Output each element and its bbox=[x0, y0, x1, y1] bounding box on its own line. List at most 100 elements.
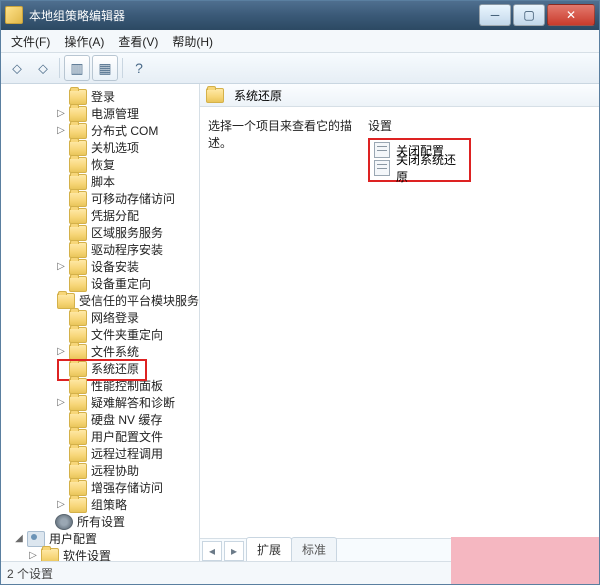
details-header: 系统还原 bbox=[200, 84, 599, 107]
menu-view[interactable]: 查看(V) bbox=[112, 31, 164, 52]
tree-item[interactable]: 脚本 bbox=[1, 173, 199, 190]
folder-icon bbox=[69, 463, 87, 479]
tree-item[interactable]: 登录 bbox=[1, 88, 199, 105]
tree-item[interactable]: 硬盘 NV 缓存 bbox=[1, 411, 199, 428]
tab-extended[interactable]: 扩展 bbox=[246, 537, 292, 561]
menu-file[interactable]: 文件(F) bbox=[5, 31, 56, 52]
expander-icon[interactable]: ▷ bbox=[55, 397, 67, 408]
tree-item[interactable]: 驱动程序安装 bbox=[1, 241, 199, 258]
tree-item-label: 系统还原 bbox=[91, 360, 139, 377]
tree-item[interactable]: 凭据分配 bbox=[1, 207, 199, 224]
forward-button[interactable]: ⬦ bbox=[31, 56, 55, 80]
tree-item[interactable]: 远程协助 bbox=[1, 462, 199, 479]
setting-icon bbox=[374, 160, 390, 176]
expander-icon[interactable]: ▷ bbox=[55, 261, 67, 272]
tree-item-label: 增强存储访问 bbox=[91, 479, 163, 496]
tree-item[interactable]: ▷ 设备安装 bbox=[1, 258, 199, 275]
folder-icon bbox=[69, 242, 87, 258]
tree-item[interactable]: 网络登录 bbox=[1, 309, 199, 326]
tree-item[interactable]: 性能控制面板 bbox=[1, 377, 199, 394]
expander-icon[interactable]: ◢ bbox=[13, 533, 25, 544]
back-button[interactable]: ⬦ bbox=[5, 56, 29, 80]
tree-item-label: 凭据分配 bbox=[91, 207, 139, 224]
tab-scroll-right[interactable]: ▸ bbox=[224, 541, 244, 561]
tree-item[interactable]: 可移动存储访问 bbox=[1, 190, 199, 207]
tree-item[interactable]: ▷ 电源管理 bbox=[1, 105, 199, 122]
tree-item-label: 受信任的平台模块服务 bbox=[79, 292, 199, 309]
folder-icon bbox=[69, 191, 87, 207]
tree-item-label: 网络登录 bbox=[91, 309, 139, 326]
folder-icon bbox=[69, 446, 87, 462]
tree-item[interactable]: 文件夹重定向 bbox=[1, 326, 199, 343]
tree-item-label: 设备重定向 bbox=[91, 275, 151, 292]
details-button[interactable]: ▦ bbox=[92, 55, 118, 81]
tree-item-label: 硬盘 NV 缓存 bbox=[91, 411, 162, 428]
tree-item[interactable]: ▷ 软件设置 bbox=[1, 547, 199, 561]
tree-item[interactable]: 关机选项 bbox=[1, 139, 199, 156]
toolbar-separator bbox=[59, 58, 60, 78]
tree-item[interactable]: ▷疑难解答和诊断 bbox=[1, 394, 199, 411]
folder-icon bbox=[69, 412, 87, 428]
tree-item[interactable]: ▷分布式 COM bbox=[1, 122, 199, 139]
details-tabs: ◂ ▸ 扩展 标准 bbox=[200, 538, 599, 561]
tab-scroll-left[interactable]: ◂ bbox=[202, 541, 222, 561]
folder-icon bbox=[69, 395, 87, 411]
tree-item-label: 设备安装 bbox=[91, 258, 139, 275]
setting-label: 关闭系统还原 bbox=[396, 151, 465, 185]
tree-item[interactable]: 增强存储访问 bbox=[1, 479, 199, 496]
help-button[interactable]: ? bbox=[127, 56, 151, 80]
tree-item[interactable]: 用户配置文件 bbox=[1, 428, 199, 445]
tree-item-label: 驱动程序安装 bbox=[91, 241, 163, 258]
maximize-button[interactable]: ▢ bbox=[513, 4, 545, 26]
tree-item[interactable]: 受信任的平台模块服务 bbox=[1, 292, 199, 309]
folder-icon bbox=[69, 327, 87, 343]
tree-item[interactable]: ▷组策略 bbox=[1, 496, 199, 513]
tree-item-label: 软件设置 bbox=[63, 547, 111, 561]
tree-item[interactable]: 区域服务服务 bbox=[1, 224, 199, 241]
titlebar: 本地组策略编辑器 ─ ▢ ✕ bbox=[1, 1, 599, 30]
menubar: 文件(F) 操作(A) 查看(V) 帮助(H) bbox=[1, 30, 599, 53]
tree-item-label: 用户配置文件 bbox=[91, 428, 163, 445]
tree-item-label: 恢复 bbox=[91, 156, 115, 173]
folder-icon bbox=[69, 429, 87, 445]
folder-icon bbox=[69, 378, 87, 394]
tree-item[interactable]: ▷ 文件系统 bbox=[1, 343, 199, 360]
expander-icon[interactable]: ▷ bbox=[55, 346, 67, 357]
description-prompt: 选择一个项目来查看它的描述。 bbox=[208, 117, 358, 151]
tree-item-system-restore[interactable]: 系统还原 bbox=[1, 360, 199, 377]
tree-item[interactable]: 恢复 bbox=[1, 156, 199, 173]
tree-item[interactable]: 远程过程调用 bbox=[1, 445, 199, 462]
menu-help[interactable]: 帮助(H) bbox=[166, 31, 219, 52]
settings-highlight: 关闭配置 关闭系统还原 bbox=[368, 138, 471, 182]
setting-item[interactable]: 关闭系统还原 bbox=[372, 159, 467, 177]
expander-icon[interactable]: ▷ bbox=[55, 499, 67, 510]
folder-icon bbox=[69, 310, 87, 326]
setting-icon bbox=[374, 142, 390, 158]
close-button[interactable]: ✕ bbox=[547, 4, 595, 26]
tree-item-user-config[interactable]: ◢用户配置 bbox=[1, 530, 199, 547]
folder-icon bbox=[69, 344, 87, 360]
folder-icon bbox=[69, 497, 87, 513]
tree-item-label: 文件系统 bbox=[91, 343, 139, 360]
folder-icon bbox=[206, 88, 224, 103]
folder-icon bbox=[69, 208, 87, 224]
details-pane: 系统还原 选择一个项目来查看它的描述。 设置 关闭配置 关闭 bbox=[200, 84, 599, 561]
toggle-tree-button[interactable]: ▥ bbox=[64, 55, 90, 81]
minimize-button[interactable]: ─ bbox=[479, 4, 511, 26]
tree-pane[interactable]: 登录 ▷ 电源管理 ▷分布式 COM 关机选项 恢复 脚本 可移动存储访问 凭据分… bbox=[1, 84, 200, 561]
folder-icon bbox=[69, 123, 87, 139]
tree-item-label: 电源管理 bbox=[91, 105, 139, 122]
column-header-setting[interactable]: 设置 bbox=[368, 117, 591, 134]
tree-item-label: 远程协助 bbox=[91, 462, 139, 479]
menu-action[interactable]: 操作(A) bbox=[58, 31, 110, 52]
tree-item-all-settings[interactable]: 所有设置 bbox=[1, 513, 199, 530]
folder-icon bbox=[57, 293, 75, 309]
expander-icon[interactable]: ▷ bbox=[27, 550, 39, 561]
expander-icon[interactable]: ▷ bbox=[55, 125, 67, 136]
folder-icon bbox=[69, 361, 87, 377]
app-icon bbox=[5, 6, 23, 24]
folder-icon bbox=[69, 225, 87, 241]
expander-icon[interactable]: ▷ bbox=[55, 108, 67, 119]
tree-item[interactable]: 设备重定向 bbox=[1, 275, 199, 292]
tab-standard[interactable]: 标准 bbox=[291, 537, 337, 561]
